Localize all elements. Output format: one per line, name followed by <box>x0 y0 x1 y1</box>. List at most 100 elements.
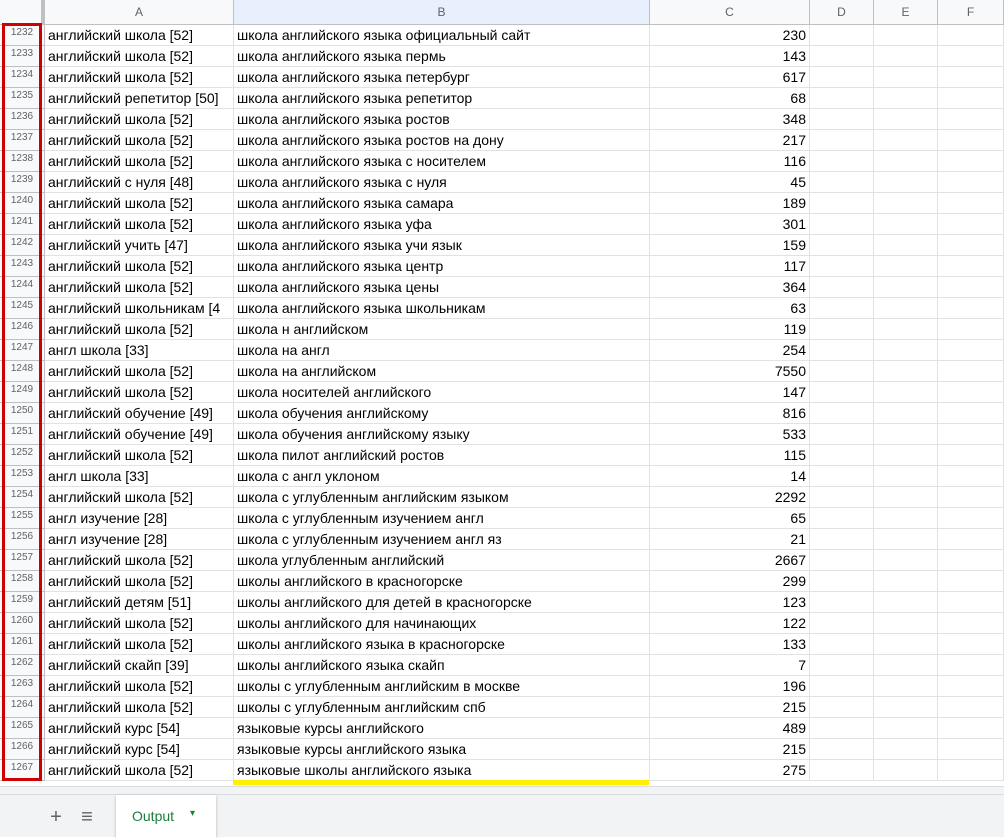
cell-d[interactable] <box>810 424 874 445</box>
row-number[interactable]: 1259 <box>0 592 45 613</box>
cell-b[interactable]: школа английского языка цены <box>234 277 650 298</box>
cell-d[interactable] <box>810 508 874 529</box>
cell-b[interactable]: школа с углубленным изучением англ <box>234 508 650 529</box>
cell-d[interactable] <box>810 529 874 550</box>
cell-d[interactable] <box>810 256 874 277</box>
row-number[interactable]: 1249 <box>0 382 45 403</box>
cell-c[interactable]: 123 <box>650 592 810 613</box>
row-number[interactable]: 1241 <box>0 214 45 235</box>
column-header-f[interactable]: F <box>938 0 1004 24</box>
cell-a[interactable]: английский школа [52] <box>45 760 234 781</box>
cell-c[interactable]: 143 <box>650 46 810 67</box>
cell-b[interactable]: школа пилот английский ростов <box>234 445 650 466</box>
cell-c[interactable]: 617 <box>650 67 810 88</box>
cell-f[interactable] <box>938 193 1004 214</box>
cell-a[interactable]: английский школа [52] <box>45 571 234 592</box>
cell-b[interactable]: школа н английском <box>234 319 650 340</box>
cell-b[interactable]: школы с углубленным английским в москве <box>234 676 650 697</box>
cell-e[interactable] <box>874 319 938 340</box>
cell-c[interactable]: 147 <box>650 382 810 403</box>
cell-f[interactable] <box>938 109 1004 130</box>
cell-b[interactable]: школа английского языка с нуля <box>234 172 650 193</box>
cell-b[interactable]: школа английского языка с носителем <box>234 151 650 172</box>
cell-f[interactable] <box>938 529 1004 550</box>
cell-b[interactable]: языковые курсы английского <box>234 718 650 739</box>
cell-f[interactable] <box>938 151 1004 172</box>
cell-f[interactable] <box>938 550 1004 571</box>
cell-b[interactable]: школа с углубленным английским языком <box>234 487 650 508</box>
cell-c[interactable]: 68 <box>650 88 810 109</box>
cell-a[interactable]: англ школа [33] <box>45 340 234 361</box>
cell-e[interactable] <box>874 67 938 88</box>
row-number[interactable]: 1250 <box>0 403 45 424</box>
column-header-b[interactable]: B <box>234 0 650 24</box>
cell-f[interactable] <box>938 634 1004 655</box>
cell-e[interactable] <box>874 214 938 235</box>
cell-e[interactable] <box>874 235 938 256</box>
cell-b[interactable]: школа английского языка ростов на дону <box>234 130 650 151</box>
row-number[interactable]: 1260 <box>0 613 45 634</box>
cell-a[interactable]: английский скайп [39] <box>45 655 234 676</box>
select-all-corner[interactable] <box>0 0 45 24</box>
cell-d[interactable] <box>810 634 874 655</box>
cell-e[interactable] <box>874 760 938 781</box>
cell-b[interactable]: школы английского языка скайп <box>234 655 650 676</box>
cell-d[interactable] <box>810 718 874 739</box>
cell-c[interactable]: 2292 <box>650 487 810 508</box>
cell-f[interactable] <box>938 508 1004 529</box>
cell-c[interactable]: 196 <box>650 676 810 697</box>
cell-c[interactable]: 133 <box>650 634 810 655</box>
cell-b[interactable]: школы английского в красногорске <box>234 571 650 592</box>
row-number[interactable]: 1263 <box>0 676 45 697</box>
cell-e[interactable] <box>874 340 938 361</box>
cell-f[interactable] <box>938 613 1004 634</box>
cell-f[interactable] <box>938 445 1004 466</box>
cell-d[interactable] <box>810 760 874 781</box>
row-number[interactable]: 1235 <box>0 88 45 109</box>
row-number[interactable]: 1244 <box>0 277 45 298</box>
row-number[interactable]: 1252 <box>0 445 45 466</box>
cell-f[interactable] <box>938 235 1004 256</box>
cell-f[interactable] <box>938 655 1004 676</box>
cell-e[interactable] <box>874 403 938 424</box>
cell-e[interactable] <box>874 634 938 655</box>
cell-a[interactable]: английский школа [52] <box>45 697 234 718</box>
spreadsheet-grid[interactable]: A B C D E F 1232 английский школа [52] шко… <box>0 0 1004 786</box>
cell-f[interactable] <box>938 361 1004 382</box>
cell-e[interactable] <box>874 613 938 634</box>
cell-e[interactable] <box>874 172 938 193</box>
cell-e[interactable] <box>874 109 938 130</box>
cell-c[interactable]: 189 <box>650 193 810 214</box>
cell-b[interactable]: школа обучения английскому <box>234 403 650 424</box>
row-number[interactable]: 1251 <box>0 424 45 445</box>
cell-d[interactable] <box>810 739 874 760</box>
cell-e[interactable] <box>874 382 938 403</box>
cell-a[interactable]: английский школа [52] <box>45 445 234 466</box>
row-number[interactable]: 1254 <box>0 487 45 508</box>
cell-e[interactable] <box>874 529 938 550</box>
cell-e[interactable] <box>874 193 938 214</box>
column-header-d[interactable]: D <box>810 0 874 24</box>
cell-a[interactable]: английский школа [52] <box>45 613 234 634</box>
cell-c[interactable]: 63 <box>650 298 810 319</box>
cell-a[interactable]: английский школа [52] <box>45 130 234 151</box>
cell-c[interactable]: 364 <box>650 277 810 298</box>
cell-e[interactable] <box>874 298 938 319</box>
cell-a[interactable]: английский курс [54] <box>45 718 234 739</box>
cell-d[interactable] <box>810 25 874 46</box>
cell-f[interactable] <box>938 424 1004 445</box>
cell-d[interactable] <box>810 445 874 466</box>
cell-f[interactable] <box>938 256 1004 277</box>
cell-f[interactable] <box>938 340 1004 361</box>
cell-a[interactable]: английский школа [52] <box>45 277 234 298</box>
cell-b[interactable]: школы английского языка в красногорске <box>234 634 650 655</box>
cell-b[interactable]: школа английского языка самара <box>234 193 650 214</box>
cell-b[interactable]: языковые курсы английского языка <box>234 739 650 760</box>
cell-b[interactable]: школа английского языка школьникам <box>234 298 650 319</box>
row-number[interactable]: 1237 <box>0 130 45 151</box>
cell-d[interactable] <box>810 214 874 235</box>
cell-c[interactable]: 116 <box>650 151 810 172</box>
row-number[interactable]: 1232 <box>0 25 45 46</box>
cell-f[interactable] <box>938 571 1004 592</box>
row-number[interactable]: 1264 <box>0 697 45 718</box>
